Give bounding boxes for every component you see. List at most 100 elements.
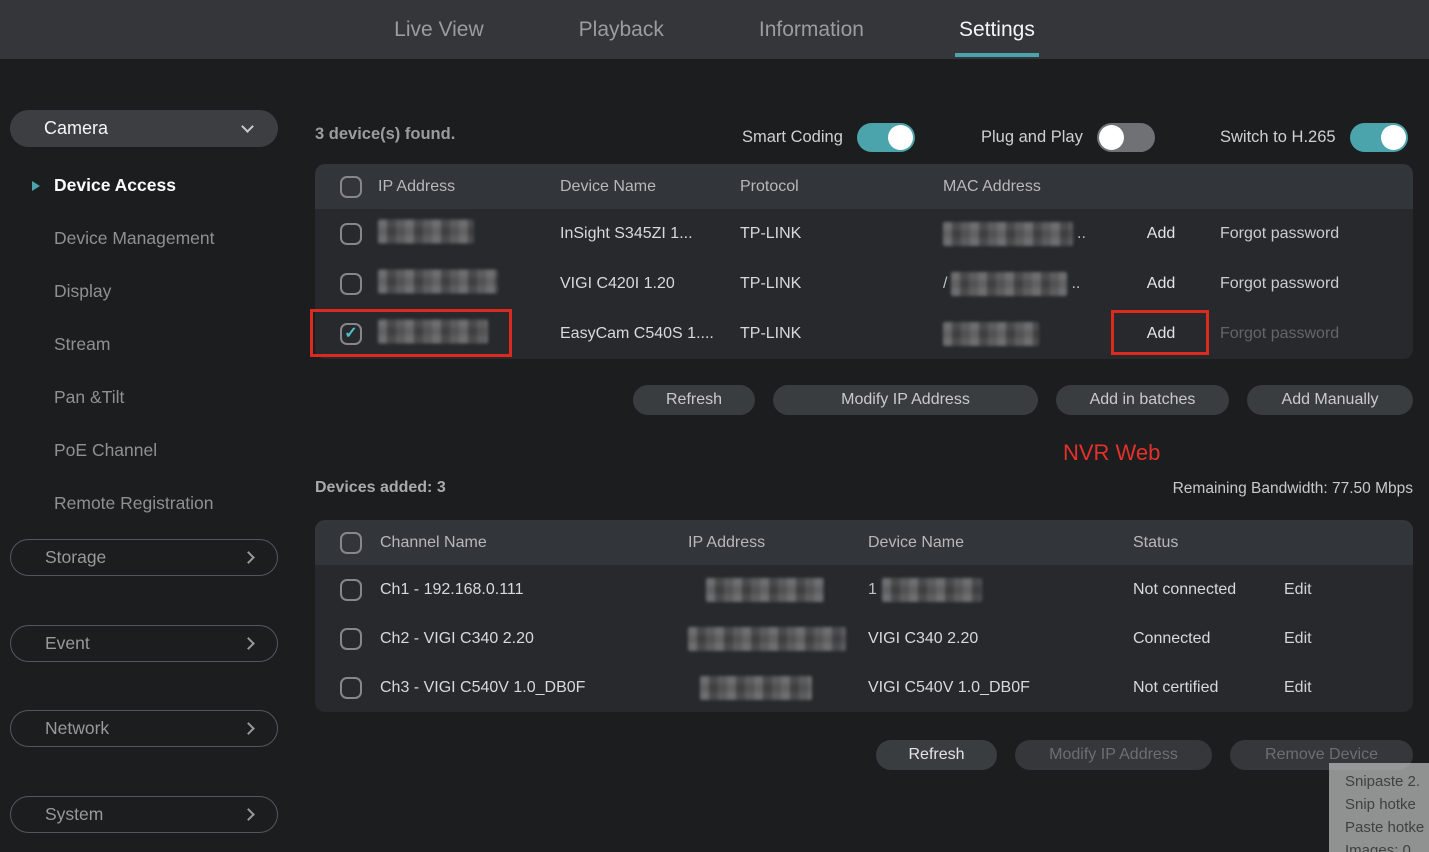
chevron-right-icon <box>242 551 255 564</box>
tab-live-view[interactable]: Live View <box>394 0 484 59</box>
sidebar-item-label: Stream <box>54 334 110 355</box>
toggle-knob <box>1381 125 1406 150</box>
discover-actions: Refresh Modify IP Address Add in batches… <box>633 385 1413 415</box>
row-checkbox[interactable] <box>340 579 362 601</box>
tab-playback[interactable]: Playback <box>579 0 664 59</box>
mac-address-cell: .. <box>943 222 1086 246</box>
device-name-cell: VIGI C540V 1.0_DB0F <box>868 679 1030 697</box>
sidebar-item-label: PoE Channel <box>54 440 157 461</box>
sidebar-group-network[interactable]: Network <box>10 710 278 747</box>
smart-coding-toggle[interactable] <box>857 123 915 152</box>
column-header-device-name: Device Name <box>868 534 964 552</box>
chevron-down-icon <box>241 120 254 133</box>
mac-prefix: / <box>943 275 947 293</box>
select-all-checkbox[interactable] <box>340 176 362 198</box>
ip-address-cell <box>378 220 474 249</box>
sidebar-item-label: Pan &Tilt <box>54 387 124 408</box>
checkmark-icon: ✓ <box>344 326 357 342</box>
sidebar-group-event[interactable]: Event <box>10 625 278 662</box>
devices-added-text: Devices added: 3 <box>315 479 446 497</box>
settings-sidebar: Camera Device Access Device Management D… <box>0 59 300 852</box>
chevron-right-icon <box>242 722 255 735</box>
table-row: VIGI C420I 1.20 TP-LINK /.. Add Forgot p… <box>315 259 1413 309</box>
mac-address-cell <box>943 322 1039 346</box>
sidebar-item-stream[interactable]: Stream <box>0 318 300 371</box>
table-header-row: Channel Name IP Address Device Name Stat… <box>315 520 1413 565</box>
forgot-password-link[interactable]: Forgot password <box>1220 275 1339 293</box>
modify-ip-button-disabled: Modify IP Address <box>1015 740 1212 770</box>
device-name-cell: 1 <box>868 578 982 602</box>
row-checkbox[interactable] <box>340 223 362 245</box>
devices-found-text: 3 device(s) found. <box>315 125 455 144</box>
row-checkbox[interactable] <box>340 677 362 699</box>
sidebar-group-label: Storage <box>45 547 106 568</box>
edit-link[interactable]: Edit <box>1284 679 1312 697</box>
add-link[interactable]: Add <box>1113 275 1209 293</box>
overlay-line: Snipaste 2. <box>1345 770 1429 793</box>
column-header-ip: IP Address <box>688 534 765 552</box>
select-all-checkbox[interactable] <box>340 532 362 554</box>
chevron-right-icon <box>242 637 255 650</box>
sidebar-group-label: Event <box>45 633 90 654</box>
toggle-label: Plug and Play <box>981 128 1083 147</box>
protocol-cell: TP-LINK <box>740 275 801 293</box>
overlay-line: Images: 0 <box>1345 839 1429 852</box>
row-checkbox-checked[interactable]: ✓ <box>340 323 362 345</box>
sidebar-group-system[interactable]: System <box>10 796 278 833</box>
row-checkbox[interactable] <box>340 273 362 295</box>
add-link[interactable]: Add <box>1113 325 1209 343</box>
column-header-mac: MAC Address <box>943 178 1041 196</box>
toggle-label: Smart Coding <box>742 128 843 147</box>
mac-address-cell: /.. <box>943 272 1080 296</box>
status-cell: Connected <box>1133 630 1210 648</box>
edit-link[interactable]: Edit <box>1284 630 1312 648</box>
sidebar-item-display[interactable]: Display <box>0 265 300 318</box>
row-checkbox[interactable] <box>340 628 362 650</box>
sidebar-group-label: System <box>45 804 103 825</box>
sidebar-group-storage[interactable]: Storage <box>10 539 278 576</box>
sidebar-item-pan-tilt[interactable]: Pan &Tilt <box>0 371 300 424</box>
sidebar-item-label: Display <box>54 281 111 302</box>
tab-settings[interactable]: Settings <box>959 0 1035 59</box>
mac-suffix: .. <box>1077 225 1086 243</box>
camera-subsection-list: Device Access Device Management Display … <box>0 159 300 530</box>
edit-link[interactable]: Edit <box>1284 581 1312 599</box>
sidebar-item-device-access[interactable]: Device Access <box>0 159 300 212</box>
refresh-button[interactable]: Refresh <box>633 385 755 415</box>
sidebar-item-poe-channel[interactable]: PoE Channel <box>0 424 300 477</box>
blurred-ip-address <box>378 220 474 244</box>
forgot-password-link-disabled: Forgot password <box>1220 325 1339 343</box>
blurred-mac-address <box>943 222 1073 246</box>
modify-ip-button[interactable]: Modify IP Address <box>773 385 1038 415</box>
sidebar-item-label: Device Access <box>54 175 176 196</box>
triangle-right-icon <box>32 181 40 191</box>
ip-address-cell <box>688 578 824 602</box>
channel-name-cell: Ch1 - 192.168.0.111 <box>380 581 524 599</box>
refresh-button[interactable]: Refresh <box>876 740 997 770</box>
overlay-line: Snip hotke <box>1345 793 1429 816</box>
sidebar-item-label: Device Management <box>54 228 215 249</box>
blurred-mac-address <box>951 272 1067 296</box>
tab-information[interactable]: Information <box>759 0 864 59</box>
forgot-password-link[interactable]: Forgot password <box>1220 225 1339 243</box>
plug-and-play-toggle[interactable] <box>1097 123 1155 152</box>
ip-address-cell <box>688 627 846 651</box>
nvr-settings-page: Live View Playback Information Settings … <box>0 0 1429 852</box>
sidebar-item-remote-registration[interactable]: Remote Registration <box>0 477 300 530</box>
overlay-line: Paste hotke <box>1345 816 1429 839</box>
ip-address-cell <box>378 270 498 299</box>
add-manually-button[interactable]: Add Manually <box>1247 385 1413 415</box>
blurred-device-name <box>882 578 982 602</box>
blurred-ip-address <box>700 676 812 700</box>
sidebar-item-device-management[interactable]: Device Management <box>0 212 300 265</box>
add-link[interactable]: Add <box>1113 225 1209 243</box>
add-in-batches-button[interactable]: Add in batches <box>1056 385 1229 415</box>
device-name-cell: InSight S345ZI 1... <box>560 225 693 243</box>
top-navigation: Live View Playback Information Settings <box>0 0 1429 59</box>
ip-address-cell <box>378 320 488 349</box>
blurred-ip-address <box>378 320 488 344</box>
status-cell: Not certified <box>1133 679 1218 697</box>
added-devices-table: Channel Name IP Address Device Name Stat… <box>315 520 1413 712</box>
switch-to-h265-toggle[interactable] <box>1350 123 1408 152</box>
camera-section-dropdown[interactable]: Camera <box>10 110 278 147</box>
